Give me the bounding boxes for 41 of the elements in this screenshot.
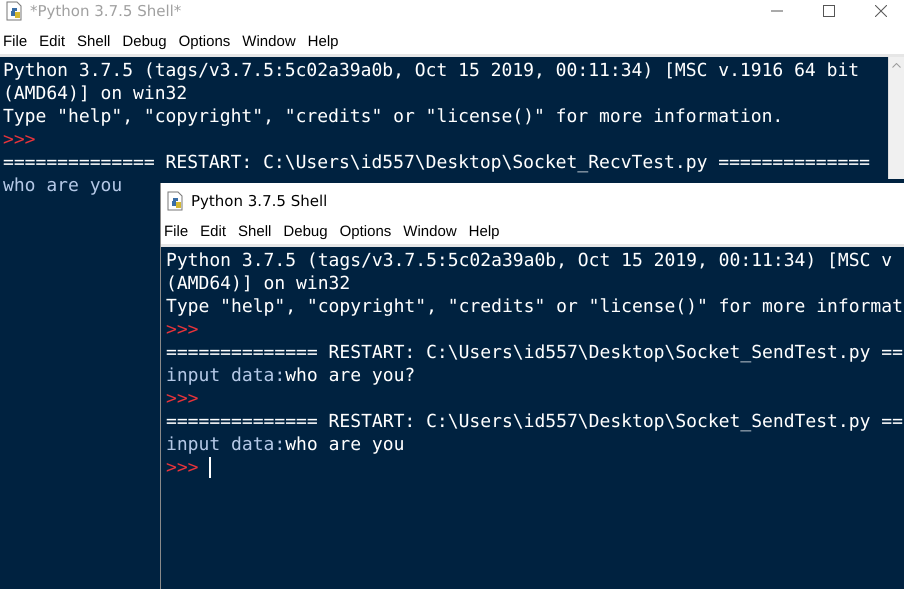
menu-item[interactable]: File xyxy=(3,33,28,50)
menu-item[interactable]: Debug xyxy=(122,33,167,50)
menu-item[interactable]: File xyxy=(164,223,188,240)
menu-item[interactable]: Edit xyxy=(39,33,66,50)
console-text: Type "help", "copyright", "credits" or "license()" for more information. xyxy=(3,105,784,128)
console-text: (AMD64)] on win32 xyxy=(3,82,188,105)
console-text: (AMD64)] on win32 xyxy=(166,272,350,295)
console-text: ============== RESTART: C:\Users\id557\Desktop\Socket_RecvTest.py ============== xyxy=(3,151,870,174)
console-text: Python 3.7.5 (tags/v3.7.5:5c02a39a0b, Oct 15 2019, 00:11:34) [MSC v.1916 64 bit xyxy=(3,59,860,82)
close-icon xyxy=(875,5,887,17)
menu-item[interactable]: Shell xyxy=(77,33,110,50)
menu-item[interactable]: Window xyxy=(403,223,457,240)
menu-item[interactable]: Shell xyxy=(238,223,272,240)
menu-item[interactable]: Window xyxy=(242,33,296,50)
menu-item[interactable]: Options xyxy=(178,33,230,50)
text-cursor xyxy=(209,457,212,478)
program-output: input data: xyxy=(166,433,286,456)
menu-item[interactable]: Debug xyxy=(283,223,328,240)
menu-item[interactable]: Help xyxy=(468,223,500,240)
shell-prompt: >>> xyxy=(166,456,200,479)
window-title: *Python 3.7.5 Shell* xyxy=(30,2,182,20)
typed-text: who are you? xyxy=(285,364,416,387)
console-text: Type "help", "copyright", "credits" or "license()" for more informat xyxy=(166,295,903,318)
typed-text: who are you xyxy=(285,433,404,456)
scrollbar[interactable] xyxy=(888,57,904,179)
console-text: ============== RESTART: C:\Users\id557\Desktop\Socket_SendTest.py == xyxy=(166,410,903,433)
menu-item[interactable]: Options xyxy=(340,223,392,240)
menu-item[interactable]: Edit xyxy=(200,223,226,240)
program-output: who are you xyxy=(3,174,122,197)
console-text: Python 3.7.5 (tags/v3.7.5:5c02a39a0b, Oct 15 2019, 00:11:34) [MSC v xyxy=(166,249,892,272)
maximize-icon xyxy=(823,5,835,17)
minimize-icon xyxy=(771,10,783,12)
shell-prompt: >>> xyxy=(166,387,199,410)
python-file-icon xyxy=(167,191,185,211)
scroll-up-icon[interactable] xyxy=(892,63,901,68)
menu-item[interactable]: Help xyxy=(308,33,339,50)
shell-prompt: >>> xyxy=(166,318,199,341)
window-title: Python 3.7.5 Shell xyxy=(191,192,328,210)
console-text: ============== RESTART: C:\Users\id557\Desktop\Socket_SendTest.py == xyxy=(166,341,903,364)
shell-prompt: >>> xyxy=(3,128,36,151)
program-output: input data: xyxy=(166,364,286,387)
